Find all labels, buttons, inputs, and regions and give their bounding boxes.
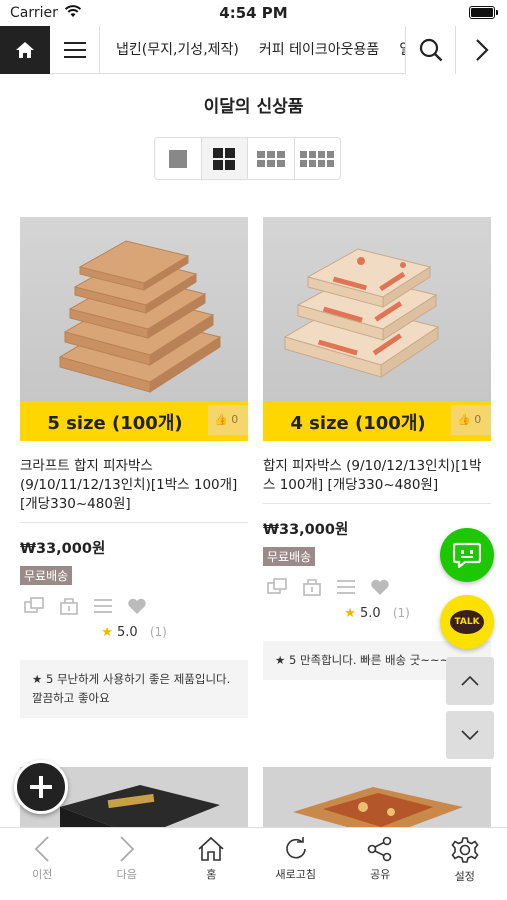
like-button[interactable]: 👍 0 bbox=[208, 405, 248, 435]
view-2-column-button[interactable] bbox=[201, 138, 248, 179]
star-icon: ★ bbox=[32, 672, 43, 686]
battery-icon bbox=[469, 6, 498, 19]
add-button[interactable] bbox=[14, 760, 68, 814]
tab-label: 이전 bbox=[32, 868, 53, 881]
cart-icon[interactable] bbox=[301, 578, 323, 596]
free-shipping-badge: 무료배송 bbox=[20, 566, 73, 585]
heart-icon[interactable] bbox=[369, 578, 391, 596]
product-name[interactable]: 합지 피자박스 (9/10/12/13인치)[1박스 100개] [개당330~… bbox=[263, 457, 491, 495]
tab-label: 공유 bbox=[370, 868, 391, 881]
tab-forward[interactable]: 다음 bbox=[85, 828, 170, 900]
kakao-talk-button[interactable]: TALK bbox=[440, 595, 494, 649]
tab-label: 홈 bbox=[206, 868, 217, 881]
grid-1-icon bbox=[168, 149, 187, 168]
grid-2-icon bbox=[213, 147, 236, 170]
plus-icon bbox=[30, 776, 52, 798]
rating-count: (1) bbox=[392, 606, 410, 620]
tab-label: 설정 bbox=[454, 870, 475, 883]
thumbs-up-icon: 👍 bbox=[457, 413, 471, 426]
compare-icon[interactable] bbox=[267, 578, 289, 596]
share-icon bbox=[367, 836, 392, 862]
rating: ★ 5.0 (1) bbox=[20, 625, 248, 640]
like-count: 0 bbox=[474, 413, 482, 426]
grid-3-icon bbox=[256, 150, 285, 167]
review-snippet[interactable]: ★ 5 무난하게 사용하기 좋은 제품입니다. 깔끔하고 좋아요 bbox=[20, 660, 248, 718]
thumbs-up-icon: 👍 bbox=[214, 413, 228, 426]
home-icon bbox=[198, 836, 224, 861]
back-icon bbox=[34, 836, 49, 862]
product-price: ₩33,000원 bbox=[20, 541, 106, 557]
free-shipping-badge: 무료배송 bbox=[263, 547, 316, 566]
kakao-talk-label: TALK bbox=[454, 617, 480, 627]
list-icon[interactable] bbox=[92, 597, 114, 615]
section-title: 이달의 신상품 bbox=[203, 97, 304, 117]
chat-icon bbox=[453, 542, 481, 568]
size-label: 5 size (100개) bbox=[47, 413, 183, 434]
product-image[interactable]: 5 size (100개) 👍 0 bbox=[20, 217, 248, 441]
rating-value: 5.0 bbox=[359, 606, 381, 621]
list-icon[interactable] bbox=[335, 578, 357, 596]
heart-icon[interactable] bbox=[126, 597, 148, 615]
top-navigation: 냅킨(무지,기성,제작)커피 테이크아웃용품일 bbox=[0, 26, 507, 74]
clock: 4:54 PM bbox=[219, 4, 288, 22]
tab-label: 새로고침 bbox=[275, 868, 316, 881]
view-1-column-button[interactable] bbox=[155, 138, 202, 179]
view-4-column-button[interactable] bbox=[295, 138, 341, 179]
search-button[interactable] bbox=[405, 26, 456, 74]
menu-button[interactable] bbox=[50, 26, 100, 74]
divider bbox=[20, 522, 248, 523]
tab-refresh[interactable]: 새로고침 bbox=[254, 828, 339, 900]
product-image[interactable]: 4 size (100개) 👍 0 bbox=[263, 217, 491, 441]
scroll-bottom-button[interactable] bbox=[446, 711, 494, 759]
pizza-box-stack-image bbox=[283, 248, 440, 378]
tab-settings[interactable]: 설정 bbox=[423, 828, 507, 900]
rating-count: (1) bbox=[149, 625, 167, 639]
home-button[interactable] bbox=[0, 26, 50, 74]
view-3-column-button[interactable] bbox=[248, 138, 295, 179]
review-text: 5 만족합니다. 빠른 배송 굿~~~~~ bbox=[288, 653, 469, 667]
like-button[interactable]: 👍 0 bbox=[451, 405, 491, 435]
tab-back[interactable]: 이전 bbox=[0, 828, 85, 900]
review-text: 5 무난하게 사용하기 좋은 제품입니다. 깔끔하고 좋아요 bbox=[32, 672, 231, 705]
size-label: 4 size (100개) bbox=[290, 413, 426, 434]
chevron-right-icon bbox=[475, 39, 489, 61]
tab-share[interactable]: 공유 bbox=[338, 828, 423, 900]
refresh-icon bbox=[286, 837, 306, 859]
forward-icon bbox=[120, 836, 135, 862]
tab-home[interactable]: 홈 bbox=[169, 828, 254, 900]
category-next-button[interactable] bbox=[456, 26, 507, 74]
chat-button[interactable] bbox=[440, 528, 494, 582]
bottom-tab-bar: 이전 다음 홈 새로고침 공유 설정 bbox=[0, 827, 507, 900]
rating-value: 5.0 bbox=[116, 625, 138, 640]
pizza-box-stack-image bbox=[58, 240, 222, 393]
cart-icon[interactable] bbox=[58, 597, 80, 615]
status-bar: Carrier 4:54 PM bbox=[0, 0, 507, 26]
like-count: 0 bbox=[231, 413, 239, 426]
kakao-talk-icon: TALK bbox=[450, 610, 484, 634]
size-banner: 4 size (100개) 👍 0 bbox=[263, 401, 491, 441]
grid-4-icon bbox=[300, 150, 335, 167]
home-icon bbox=[16, 42, 34, 58]
product-actions bbox=[20, 597, 248, 615]
view-toggle bbox=[154, 137, 341, 180]
category-scroller[interactable]: 냅킨(무지,기성,제작)커피 테이크아웃용품일 bbox=[100, 26, 405, 74]
star-icon: ★ bbox=[344, 606, 356, 621]
tab-label: 다음 bbox=[116, 868, 137, 881]
star-icon: ★ bbox=[101, 625, 113, 640]
product-actions bbox=[263, 578, 491, 596]
divider bbox=[263, 503, 491, 504]
star-icon: ★ bbox=[275, 653, 286, 667]
chevron-up-icon bbox=[461, 676, 479, 686]
product-name[interactable]: 크라프트 합지 피자박스(9/10/11/12/13인치)[1박스 100개][… bbox=[20, 457, 248, 514]
size-banner: 5 size (100개) 👍 0 bbox=[20, 401, 248, 441]
product-card[interactable]: 5 size (100개) 👍 0 크라프트 합지 피자박스(9/10/11/1… bbox=[20, 217, 248, 718]
hamburger-icon bbox=[63, 42, 86, 58]
category-item[interactable]: 커피 테이크아웃용품 bbox=[259, 42, 379, 58]
chevron-down-icon bbox=[461, 730, 479, 740]
compare-icon[interactable] bbox=[24, 597, 46, 615]
category-item[interactable]: 냅킨(무지,기성,제작) bbox=[116, 42, 239, 58]
scroll-top-button[interactable] bbox=[446, 657, 494, 705]
settings-icon bbox=[451, 837, 479, 863]
search-icon bbox=[419, 38, 442, 62]
